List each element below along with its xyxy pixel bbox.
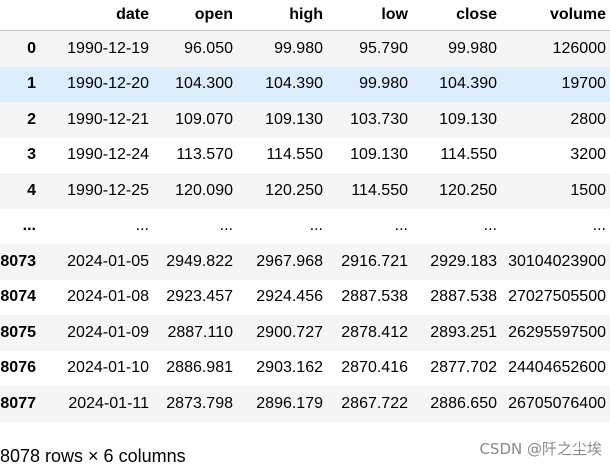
cell-volume: 1500 bbox=[570, 181, 606, 199]
row-index: 1 bbox=[27, 75, 36, 93]
row-index: 2 bbox=[27, 110, 36, 128]
cell-high: 114.550 bbox=[266, 146, 323, 164]
cell-volume: ... bbox=[592, 217, 606, 235]
header-date: date bbox=[50, 0, 153, 31]
header-close: close bbox=[412, 0, 501, 31]
cell-high: ... bbox=[309, 217, 323, 235]
cell-date: 2024-01-10 bbox=[67, 359, 149, 377]
header-high: high bbox=[237, 0, 327, 31]
cell-low: 95.790 bbox=[359, 39, 408, 57]
table-row: 4 1990-12-25 120.090 120.250 114.550 120… bbox=[0, 173, 610, 209]
cell-high: 2900.727 bbox=[256, 323, 323, 341]
cell-close: ... bbox=[483, 217, 497, 235]
cell-date: 1990-12-21 bbox=[67, 110, 149, 128]
cell-date: 1990-12-24 bbox=[67, 146, 149, 164]
cell-high: 104.390 bbox=[265, 75, 323, 93]
cell-low: 2887.538 bbox=[341, 288, 408, 306]
cell-close: 104.390 bbox=[439, 75, 497, 93]
cell-open: 2949.822 bbox=[166, 252, 233, 270]
cell-open: 96.050 bbox=[184, 39, 233, 57]
table-row: 8074 2024-01-08 2923.457 2924.456 2887.5… bbox=[0, 279, 610, 315]
cell-high: 2924.456 bbox=[256, 288, 323, 306]
row-index: 3 bbox=[27, 146, 36, 164]
cell-date: 1990-12-19 bbox=[67, 39, 149, 57]
cell-date: ... bbox=[135, 217, 149, 235]
header-index bbox=[0, 0, 50, 31]
cell-open: 2886.981 bbox=[166, 359, 233, 377]
cell-high: 109.130 bbox=[265, 110, 323, 128]
cell-date: 2024-01-05 bbox=[67, 252, 149, 270]
cell-close: 2893.251 bbox=[430, 323, 497, 341]
header-open: open bbox=[153, 0, 237, 31]
cell-volume: 26295597500 bbox=[508, 323, 606, 341]
cell-high: 2896.179 bbox=[256, 394, 323, 412]
cell-low: 2867.722 bbox=[341, 394, 408, 412]
table-row: 8077 2024-01-11 2873.798 2896.179 2867.7… bbox=[0, 386, 610, 422]
watermark: CSDN @阡之尘埃 bbox=[479, 440, 602, 458]
cell-low: 114.550 bbox=[351, 181, 408, 199]
cell-open: 2873.798 bbox=[166, 394, 233, 412]
cell-high: 2967.968 bbox=[256, 252, 323, 270]
cell-volume: 126000 bbox=[552, 39, 606, 57]
row-index: 0 bbox=[27, 39, 36, 57]
table-row: 0 1990-12-19 96.050 99.980 95.790 99.980… bbox=[0, 30, 610, 67]
cell-close: 2887.538 bbox=[430, 288, 497, 306]
cell-close: 2886.650 bbox=[430, 394, 497, 412]
cell-open: 2887.110 bbox=[167, 323, 233, 341]
cell-date: 1990-12-20 bbox=[67, 75, 149, 93]
cell-low: 2870.416 bbox=[341, 359, 408, 377]
row-index: 8075 bbox=[0, 323, 36, 341]
cell-date: 1990-12-25 bbox=[67, 181, 149, 199]
dataframe-table: date open high low close volume 0 1990-1… bbox=[0, 0, 610, 422]
row-index: 4 bbox=[27, 181, 36, 199]
header-row: date open high low close volume bbox=[0, 0, 610, 31]
table-row: 8073 2024-01-05 2949.822 2967.968 2916.7… bbox=[0, 244, 610, 280]
cell-close: 2877.702 bbox=[430, 359, 497, 377]
cell-close: 120.250 bbox=[439, 181, 497, 199]
cell-volume: 24404652600 bbox=[508, 359, 606, 377]
cell-low: 109.130 bbox=[350, 146, 408, 164]
table-row: 8076 2024-01-10 2886.981 2903.162 2870.4… bbox=[0, 350, 610, 386]
cell-low: 99.980 bbox=[359, 75, 408, 93]
cell-high: 99.980 bbox=[274, 39, 323, 57]
row-index: 8077 bbox=[0, 394, 36, 412]
row-index: 8076 bbox=[0, 359, 36, 377]
header-volume: volume bbox=[501, 0, 610, 31]
cell-close: 109.130 bbox=[439, 110, 497, 128]
cell-open: ... bbox=[219, 217, 233, 235]
cell-volume: 2800 bbox=[570, 110, 606, 128]
cell-open: 113.570 bbox=[176, 146, 233, 164]
cell-low: 2916.721 bbox=[341, 252, 408, 270]
row-index: 8073 bbox=[0, 252, 36, 270]
cell-date: 2024-01-11 bbox=[68, 394, 149, 412]
cell-close: 99.980 bbox=[448, 39, 497, 57]
cell-volume: 19700 bbox=[561, 75, 607, 93]
cell-high: 120.250 bbox=[265, 181, 323, 199]
row-index: 8074 bbox=[0, 288, 36, 306]
cell-open: 2923.457 bbox=[166, 288, 233, 306]
cell-volume: 27027505500 bbox=[508, 288, 606, 306]
cell-volume: 26705076400 bbox=[508, 394, 606, 412]
table-row-ellipsis: ... ... ... ... ... ... ... bbox=[0, 208, 610, 244]
cell-volume: 3200 bbox=[570, 146, 606, 164]
table-row: 2 1990-12-21 109.070 109.130 103.730 109… bbox=[0, 102, 610, 138]
cell-date: 2024-01-09 bbox=[67, 323, 149, 341]
header-low: low bbox=[327, 0, 412, 31]
cell-volume: 30104023900 bbox=[508, 252, 606, 270]
cell-open: 120.090 bbox=[175, 181, 233, 199]
dataframe-shape-text: 8078 rows × 6 columns bbox=[0, 446, 186, 466]
cell-close: 114.550 bbox=[440, 146, 497, 164]
cell-close: 2929.183 bbox=[430, 252, 497, 270]
cell-low: 2878.412 bbox=[341, 323, 408, 341]
table-row: 8075 2024-01-09 2887.110 2900.727 2878.4… bbox=[0, 315, 610, 351]
cell-open: 104.300 bbox=[175, 75, 233, 93]
cell-low: ... bbox=[394, 217, 408, 235]
cell-open: 109.070 bbox=[175, 110, 233, 128]
cell-date: 2024-01-08 bbox=[67, 288, 149, 306]
row-index: ... bbox=[22, 217, 36, 235]
cell-high: 2903.162 bbox=[256, 359, 323, 377]
table-row: 3 1990-12-24 113.570 114.550 109.130 114… bbox=[0, 137, 610, 173]
cell-low: 103.730 bbox=[350, 110, 408, 128]
table-row: 1 1990-12-20 104.300 104.390 99.980 104.… bbox=[0, 66, 610, 102]
